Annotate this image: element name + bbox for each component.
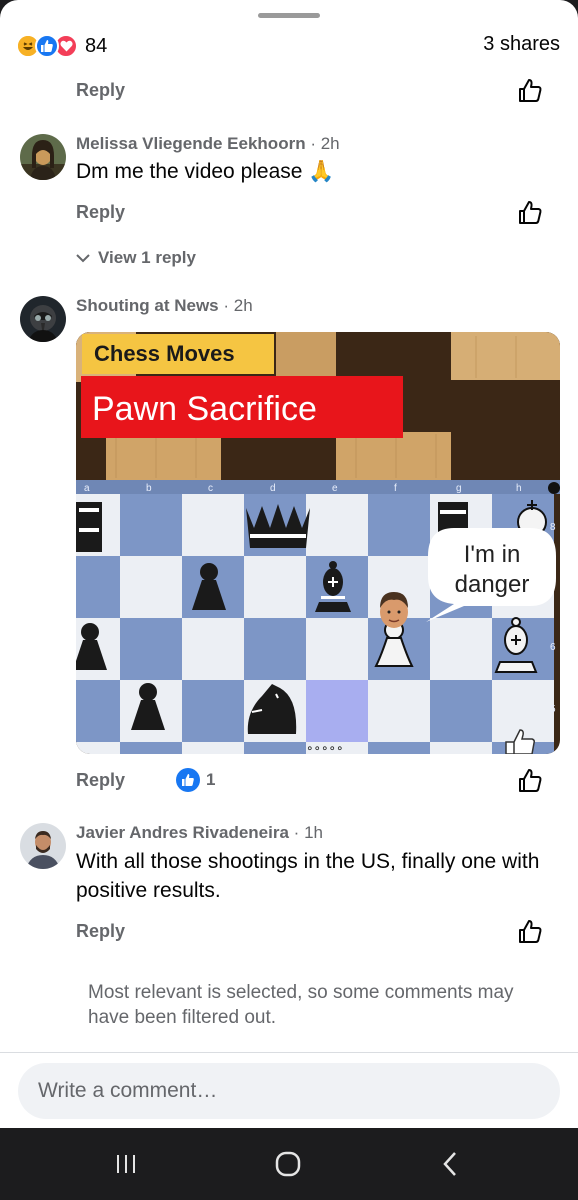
rank-label: 5 [550, 704, 556, 715]
speech-bubble-line: I'm in [464, 541, 521, 568]
board-square [182, 618, 244, 680]
avatar[interactable] [20, 134, 66, 180]
board-square [76, 742, 120, 754]
board-square [120, 494, 182, 556]
image-tag: Chess Moves [94, 341, 235, 366]
board-square [368, 742, 430, 754]
file-label: b [146, 483, 152, 494]
filter-notice: Most relevant is selected, so some comme… [88, 982, 514, 1028]
like-icon [35, 34, 59, 58]
file-label: e [332, 483, 338, 494]
comment-text: With all those shootings in the US, fina… [76, 850, 540, 902]
avatar[interactable] [20, 823, 66, 869]
file-label: c [208, 483, 213, 494]
comment-text: Dm me the video please 🙏 [76, 160, 335, 183]
comment-time: 1h [304, 823, 323, 842]
comment-author[interactable]: Shouting at News [76, 296, 219, 315]
image-title: Pawn Sacrifice [92, 390, 317, 428]
drag-handle[interactable] [258, 13, 320, 18]
board-square [244, 556, 306, 618]
speech-bubble-line: danger [455, 571, 530, 598]
board-square [306, 494, 368, 556]
face-icon [380, 592, 408, 628]
like-count: 1 [206, 770, 216, 789]
board-square [306, 618, 368, 680]
rank-label: 8 [550, 522, 556, 533]
avatar[interactable] [20, 296, 66, 342]
reactions-summary[interactable]: 84 [16, 32, 107, 60]
comment-time: 2h [233, 296, 253, 315]
divider [0, 1052, 578, 1053]
thumbs-up-outline-icon[interactable] [516, 767, 544, 795]
board-square [430, 618, 492, 680]
chevron-down-icon [76, 254, 90, 263]
board-square [244, 742, 306, 754]
comment-time: 2h [320, 134, 340, 153]
comment-input[interactable] [18, 1063, 560, 1119]
board-square [182, 680, 244, 742]
file-label: h [516, 483, 522, 494]
rank-label: 6 [550, 642, 556, 653]
comment-like-count[interactable]: 1 [176, 768, 215, 792]
board-square [244, 618, 306, 680]
comment-meta: Shouting at News · 2h [76, 296, 253, 316]
comments-sheet: 84 3 shares Reply Melissa Vliegende Eekh… [0, 0, 578, 1128]
time-separator: · [310, 134, 316, 153]
time-separator: · [223, 296, 230, 315]
comment-meta: Melissa Vliegende Eekhoorn · 2h [76, 134, 340, 154]
system-nav-bar [0, 1128, 578, 1200]
reaction-count: 84 [85, 34, 108, 57]
thumbs-up-outline-icon[interactable] [516, 918, 544, 946]
board-square [120, 742, 182, 754]
view-replies-label: View 1 reply [98, 248, 196, 267]
board-square [368, 494, 430, 556]
comment-author[interactable]: Melissa Vliegende Eekhoorn [76, 134, 306, 153]
file-label: d [270, 483, 276, 494]
board-square [120, 618, 182, 680]
board-square [76, 680, 120, 742]
back-icon[interactable] [430, 1148, 470, 1180]
chess-board-picture: Chess Moves Pawn Sacrifice a b c d e f g… [76, 332, 560, 754]
file-label: g [456, 483, 462, 494]
board-square [76, 556, 120, 618]
board-square [182, 742, 244, 754]
board-square [430, 680, 492, 742]
reply-button[interactable]: Reply [76, 202, 125, 223]
like-icon [176, 768, 200, 792]
reply-button[interactable]: Reply [76, 921, 125, 942]
recents-icon[interactable] [106, 1148, 146, 1180]
thumbs-up-outline-icon[interactable] [516, 77, 544, 105]
shares-count[interactable]: 3 shares [483, 33, 560, 56]
board-square [430, 742, 492, 754]
file-label: f [394, 483, 397, 494]
comment-meta: Javier Andres Rivadeneira · 1h [76, 823, 323, 843]
thumbs-up-outline-icon[interactable] [516, 199, 544, 227]
view-replies-button[interactable]: View 1 reply [76, 248, 196, 268]
board-square [368, 680, 430, 742]
comment-composer[interactable] [18, 1063, 560, 1119]
board-square [182, 494, 244, 556]
reply-button[interactable]: Reply [76, 770, 125, 791]
board-square [306, 680, 368, 742]
svg-text:∘∘∘∘∘: ∘∘∘∘∘ [306, 741, 344, 754]
time-separator: · [293, 823, 300, 842]
reply-button[interactable]: Reply [76, 80, 125, 101]
home-icon[interactable] [268, 1148, 308, 1180]
comment-author[interactable]: Javier Andres Rivadeneira [76, 823, 289, 842]
comment-image[interactable]: Chess Moves Pawn Sacrifice a b c d e f g… [76, 332, 560, 754]
file-label: a [84, 483, 90, 494]
board-square [120, 556, 182, 618]
